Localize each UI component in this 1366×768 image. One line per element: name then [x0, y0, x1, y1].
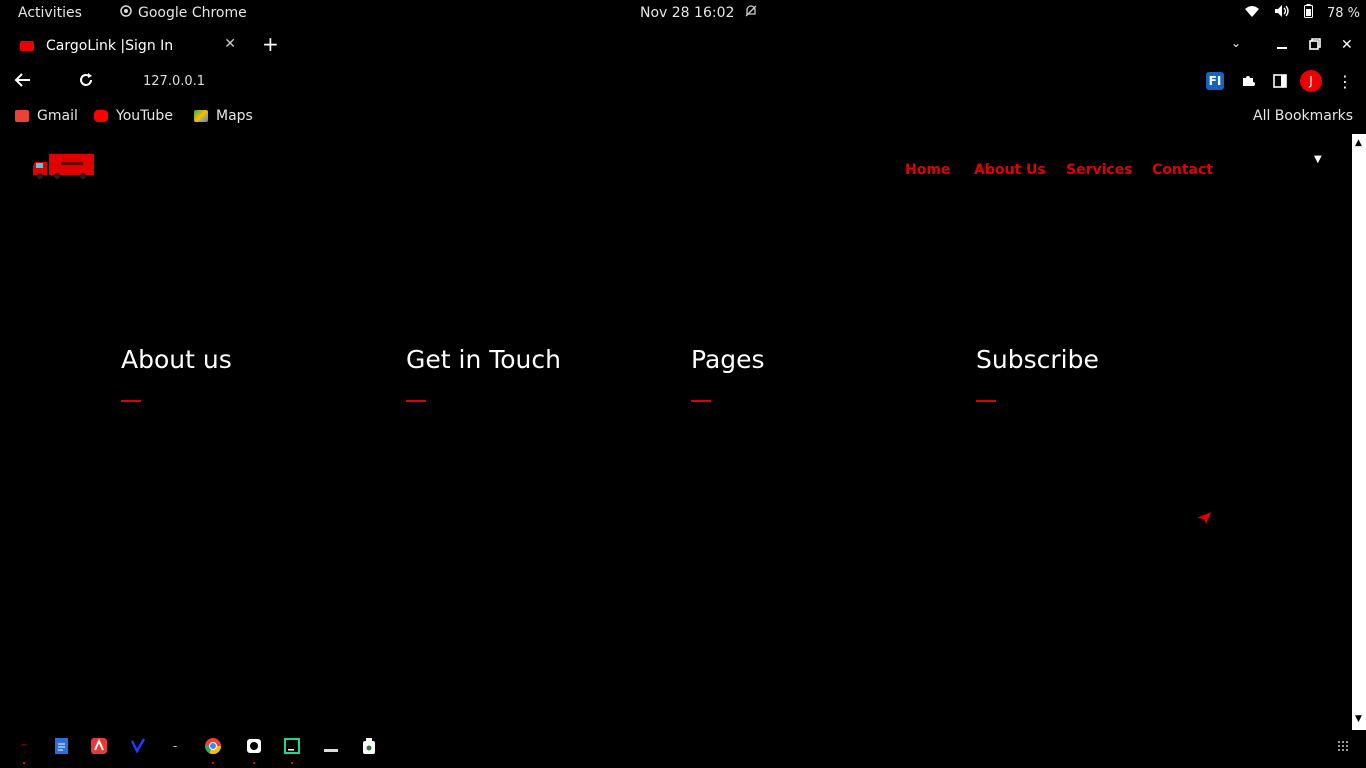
scroll-down-icon[interactable]: ▼	[1355, 714, 1362, 724]
side-panel-icon[interactable]	[1271, 72, 1289, 90]
bookmark-label: Gmail	[37, 108, 78, 124]
nav-services[interactable]: Services	[1066, 162, 1133, 178]
nav-contact[interactable]: Contact	[1152, 162, 1213, 178]
footer-heading: Subscribe	[976, 345, 1099, 374]
footer-col-contact: Get in Touch	[406, 345, 561, 402]
youtube-icon	[94, 110, 108, 122]
back-arrow-icon[interactable]	[14, 72, 32, 93]
terminal-icon[interactable]: -	[167, 738, 183, 754]
close-window-icon[interactable]: ✕	[1341, 37, 1353, 53]
page-scrollbar[interactable]: ▲ ▼	[1352, 134, 1366, 730]
address-bar[interactable]: 127.0.0.1	[143, 74, 205, 89]
heading-underline	[691, 400, 711, 402]
code-editor-icon[interactable]	[130, 738, 146, 754]
wifi-icon	[1244, 4, 1260, 22]
bookmark-label: YouTube	[116, 108, 173, 124]
chrome-icon[interactable]	[205, 738, 221, 754]
bookmark-youtube[interactable]: YouTube	[94, 108, 173, 124]
activities-button[interactable]: Activities	[18, 5, 82, 21]
show-apps-grid-icon[interactable]	[1335, 738, 1351, 754]
footer-col-pages: Pages	[691, 345, 765, 402]
running-indicator	[212, 762, 214, 764]
tab-search-icon[interactable]: ⌄	[1231, 36, 1241, 50]
screenshot-icon[interactable]	[246, 738, 262, 754]
heading-underline	[976, 400, 996, 402]
footer-heading: Get in Touch	[406, 345, 561, 374]
disk-icon[interactable]	[323, 738, 339, 754]
tab-cargolink[interactable]: CargoLink |Sign In ✕	[10, 32, 250, 60]
bookmark-maps[interactable]: Maps	[194, 108, 253, 124]
running-indicator	[291, 762, 293, 764]
restore-icon[interactable]	[1309, 38, 1321, 54]
web-page	[0, 134, 1352, 730]
footer-heading: About us	[121, 345, 232, 374]
all-bookmarks-button[interactable]: All Bookmarks	[1253, 108, 1353, 124]
nav-about-us[interactable]: About Us	[974, 162, 1046, 178]
running-indicator	[253, 762, 255, 764]
new-tab-button[interactable]: +	[262, 32, 279, 56]
footer-heading: Pages	[691, 345, 765, 374]
trash-icon[interactable]	[361, 738, 377, 754]
bookmark-gmail[interactable]: Gmail	[15, 108, 78, 124]
pycharm-icon[interactable]	[284, 738, 300, 754]
dock-app-icon[interactable]: ⁻	[16, 738, 32, 754]
tab-favicon	[20, 41, 34, 51]
more-menu-icon[interactable]: ⋮	[1336, 72, 1354, 91]
system-status-area[interactable]: 78 %	[1244, 4, 1360, 22]
reload-icon[interactable]	[78, 72, 94, 93]
volume-icon	[1274, 4, 1290, 22]
caret-down-icon[interactable]: ▼	[1314, 154, 1322, 165]
tab-title: CargoLink |Sign In	[46, 38, 174, 54]
close-tab-icon[interactable]: ✕	[224, 36, 236, 52]
delivery-truck-logo[interactable]	[33, 154, 95, 180]
footer-col-about: About us	[121, 345, 232, 402]
heading-underline	[406, 400, 426, 402]
system-top-bar: Activities Google Chrome Nov 28 16:02 78…	[0, 0, 1366, 28]
battery-percentage: 78 %	[1327, 5, 1361, 21]
nav-home[interactable]: Home	[905, 162, 950, 178]
send-icon[interactable]	[1196, 510, 1212, 529]
chrome-app-icon	[120, 5, 132, 21]
clock[interactable]: Nov 28 16:02	[640, 5, 734, 21]
battery-icon	[1304, 4, 1313, 22]
footer-col-subscribe: Subscribe	[976, 345, 1099, 402]
heading-underline	[121, 400, 141, 402]
running-indicator	[23, 762, 25, 764]
gmail-icon	[15, 110, 29, 122]
profile-avatar[interactable]: J	[1300, 70, 1322, 92]
maps-icon	[194, 110, 208, 122]
bookmark-label: Maps	[216, 108, 253, 124]
document-icon[interactable]	[53, 738, 69, 754]
extensions-puzzle-icon[interactable]	[1239, 72, 1257, 90]
app-menu-label: Google Chrome	[138, 5, 247, 21]
extension-fi-icon[interactable]: FI	[1206, 72, 1224, 90]
scroll-up-icon[interactable]: ▲	[1355, 138, 1362, 148]
app-store-icon[interactable]	[91, 738, 107, 754]
minimize-icon[interactable]	[1276, 38, 1288, 54]
app-menu[interactable]: Google Chrome	[120, 5, 247, 21]
notifications-off-icon	[744, 4, 758, 22]
